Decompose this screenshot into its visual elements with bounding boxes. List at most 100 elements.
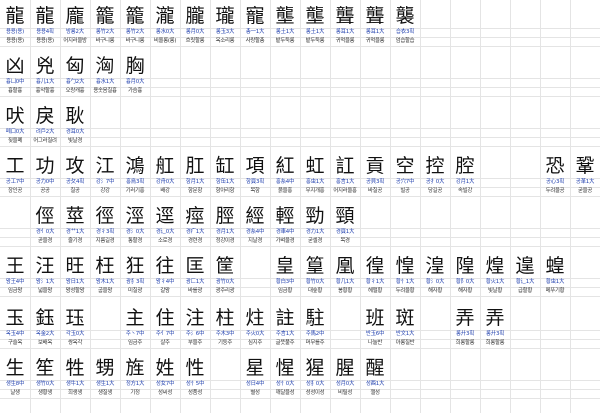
meaning-label: 임금왕 [8,288,22,294]
character-cell: 湟 황氵0大 해자황 [420,254,450,296]
hanja-character: 徑 [95,205,115,227]
reading-label [210,380,240,389]
meaning-label: 광주리광 [215,288,235,294]
reading-label: 경車4中 [275,229,295,235]
meaning-label: 장인공 [8,188,22,194]
reading-label: 반玉6中 [365,331,385,337]
reading-label: 공穴7中 [395,179,415,185]
reading-label: 주馬2中 [305,331,325,337]
meaning-label: 어그러질려 [33,138,57,144]
reading-label: 경疒1大 [185,229,205,235]
reading-label: 각玉0大 [65,331,85,337]
grid-column-line [570,0,571,413]
character-cell: 甥 생生1大 생질생 [90,356,120,398]
reading-label: 반文1大 [395,331,415,337]
reading-label: 경頁1大 [335,229,355,235]
reading-label: 광犭3획 [126,279,144,285]
character-cell: 珏 각玉0大 쌍옥각 [60,306,90,348]
hanja-character: 功 [35,155,55,177]
character-cell: 襲 습衣3획 엄습할습 [390,4,420,46]
meaning-label: 보배옥 [38,340,52,346]
reading-label: 정方1大 [125,381,145,387]
hanja-character [240,254,270,278]
character-cell: 吠 폐口0大 짖을폐 [0,104,30,146]
reading-label: 황氵0大 [425,279,445,285]
hanja-character: 玉 [5,307,25,329]
character-cell: 隍 황阝0大 해자황 [450,254,480,296]
reading-label: 용용4획 [36,29,54,35]
hanja-character: 缸 [215,155,235,177]
meaning-label: 속빌강 [458,188,472,194]
meaning-label: 가벼울경 [275,238,295,244]
hanja-character: 瓏 [215,5,235,27]
reading-label: 방룡2大 [66,29,84,35]
reading-label: 옥玉4中 [5,331,25,337]
meaning-label: 비올롱(롱) [153,38,177,44]
hanja-character: 柱 [215,307,235,329]
hanja-character: 註 [275,307,295,329]
character-cell: 頸 경頁1大 목경 [330,204,360,246]
hanja-character: 江 [95,155,115,177]
meaning-label: 통할경 [128,238,142,244]
meaning-label: 아롱질반 [395,340,415,346]
hanja-character: 籠 [125,5,145,27]
reading-label: 강氵7中 [95,179,115,185]
character-cell [210,356,240,398]
character-cell: 鞏 공革1大 굳을공 [570,154,600,196]
meaning-label: 희생생 [68,390,82,396]
character-cell: 駐 주馬2中 머무를주 [300,306,330,348]
hanja-character: 龐 [65,5,85,27]
character-cell: 貢 공貝3획 바칠공 [360,154,390,196]
character-cell: 笙 생竹0大 생황생 [30,356,60,398]
character-cell: 莖 경艹1大 줄기경 [60,204,90,246]
reading-label: 왕木1大 [95,279,115,285]
character-cell: 瀧 롱水0大 비올롱(롱) [150,4,180,46]
character-cell: 牲 생牛1大 희생생 [60,356,90,398]
hanja-character: 隍 [455,255,475,277]
meaning-label: 엄습할습 [395,38,415,44]
meaning-label: 임금주 [128,340,142,346]
reading-label: 경辶0大 [155,229,175,235]
reading-label: 경艹1大 [65,229,85,235]
meaning-label: 두려울공 [545,188,565,194]
hanja-character: 旺 [65,255,85,277]
meaning-label: 소로경 [158,238,172,244]
character-cell: 功 공力0中 공공 [30,154,60,196]
hanja-character [90,306,120,330]
meaning-label: 줄기경 [68,238,82,244]
reading-label: 총一1大 [245,29,265,35]
hanja-character: 性 [185,357,205,379]
reading-label: 홍虫1大 [305,179,325,185]
hanja-character: 主 [125,307,145,329]
reading-label: 성酉1大 [365,381,385,387]
hanja-character: 籠 [95,5,115,27]
hanja-character: 脛 [215,205,235,227]
reading-label: 황竹0大 [305,279,325,285]
meaning-label: 해자황 [458,288,472,294]
hanja-character [510,154,540,178]
grid-row-line [0,128,600,129]
meaning-label: 무지개홍 [305,188,325,194]
hanja-character: 腥 [335,357,355,379]
hanja-character: 項 [245,155,265,177]
meaning-label: 심지주 [248,340,262,346]
hanja-character: 洶 [95,55,115,77]
hanja-character: 戾 [35,105,55,127]
character-cell: 猩 성犭0大 성성이성 [300,356,330,398]
character-cell: 往 왕彳4中 갈왕 [150,254,180,296]
reading-label: 공力0中 [35,179,55,185]
hanja-character: 虹 [305,155,325,177]
reading-label: 공扌0大 [425,179,445,185]
hanja-character: 鈺 [35,307,55,329]
reading-label: 강月1大 [455,179,475,185]
character-cell: 主 주丶7中 임금주 [120,306,150,348]
reading-label: 경月1大 [215,229,235,235]
hanja-character: 惺 [275,357,295,379]
hanja-character: 涇 [125,205,145,227]
reading-label: 황虫1大 [545,279,565,285]
meaning-label: 깨달을성 [275,390,295,396]
hanja-character: 瀧 [155,5,175,27]
hanja-character: 舡 [155,155,175,177]
hanja-character: 腔 [455,155,475,177]
reading-label [90,330,120,339]
